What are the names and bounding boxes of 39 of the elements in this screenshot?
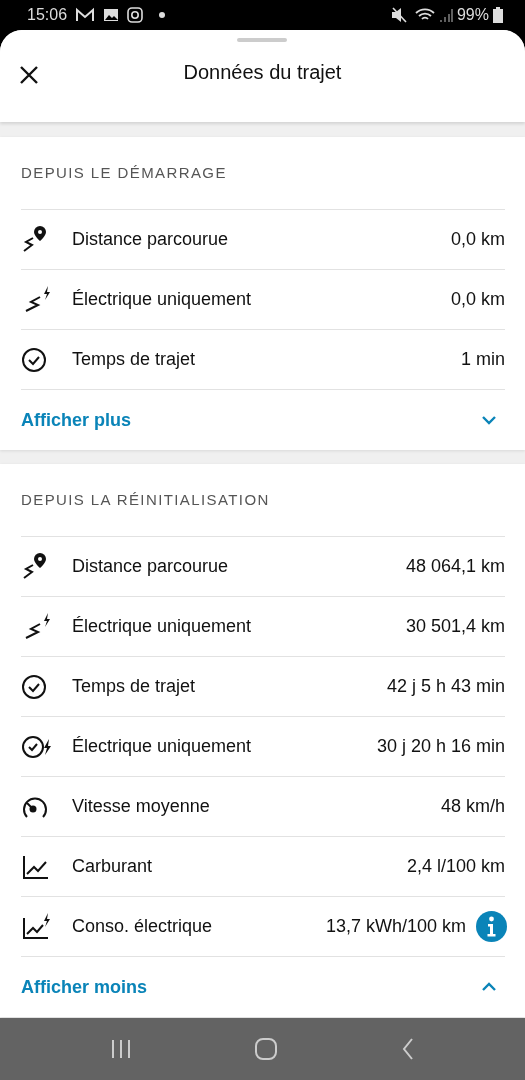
electric-chart-icon (21, 911, 53, 942)
row-value: 13,7 kWh/100 km (325, 915, 466, 938)
info-icon[interactable] (476, 911, 507, 942)
dot-icon (159, 12, 166, 18)
camera-icon (127, 7, 144, 23)
clock-time: 15:06 (27, 5, 68, 25)
home-icon[interactable] (254, 1037, 279, 1061)
close-icon (18, 63, 40, 86)
battery-icon (493, 7, 503, 23)
toggle-link[interactable]: Afficher plus (21, 390, 505, 450)
row-label: Conso. électrique (72, 915, 213, 938)
row-label: Électrique uniquement (72, 735, 252, 758)
section-title: DEPUIS LA RÉINITIALISATION (21, 489, 270, 510)
section-title: DEPUIS LE DÉMARRAGE (21, 162, 227, 183)
row-label: Électrique uniquement (72, 615, 252, 638)
row-value: 1 min (461, 348, 505, 371)
row-value: 30 501,4 km (405, 615, 505, 638)
row-value: 0,0 km (450, 228, 505, 251)
row-value: 48 064,1 km (405, 555, 505, 578)
row-label: Temps de trajet (72, 675, 196, 698)
row-label: Carburant (72, 855, 153, 878)
page-title: Données du trajet (183, 60, 342, 85)
battery-level: 99% (456, 5, 489, 25)
row-value: 0,0 km (450, 288, 505, 311)
row-value: 42 j 5 h 43 min (386, 675, 505, 698)
row-label: Distance parcourue (72, 228, 229, 251)
row-value: 30 j 20 h 16 min (376, 735, 505, 758)
row-label: Électrique uniquement (72, 288, 252, 311)
drag-handle[interactable] (237, 38, 287, 42)
mail-icon (75, 7, 96, 23)
row-value: 2,4 l/100 km (406, 855, 505, 878)
row-label: Vitesse moyenne (72, 795, 210, 818)
mute-icon (390, 7, 407, 23)
signal-icon (438, 7, 453, 23)
image-icon (103, 7, 120, 23)
toggle-link[interactable]: Afficher moins (21, 957, 505, 1017)
row-label: Distance parcourue (72, 555, 229, 578)
row-value: 48 km/h (440, 795, 505, 818)
row-label: Temps de trajet (72, 348, 196, 371)
